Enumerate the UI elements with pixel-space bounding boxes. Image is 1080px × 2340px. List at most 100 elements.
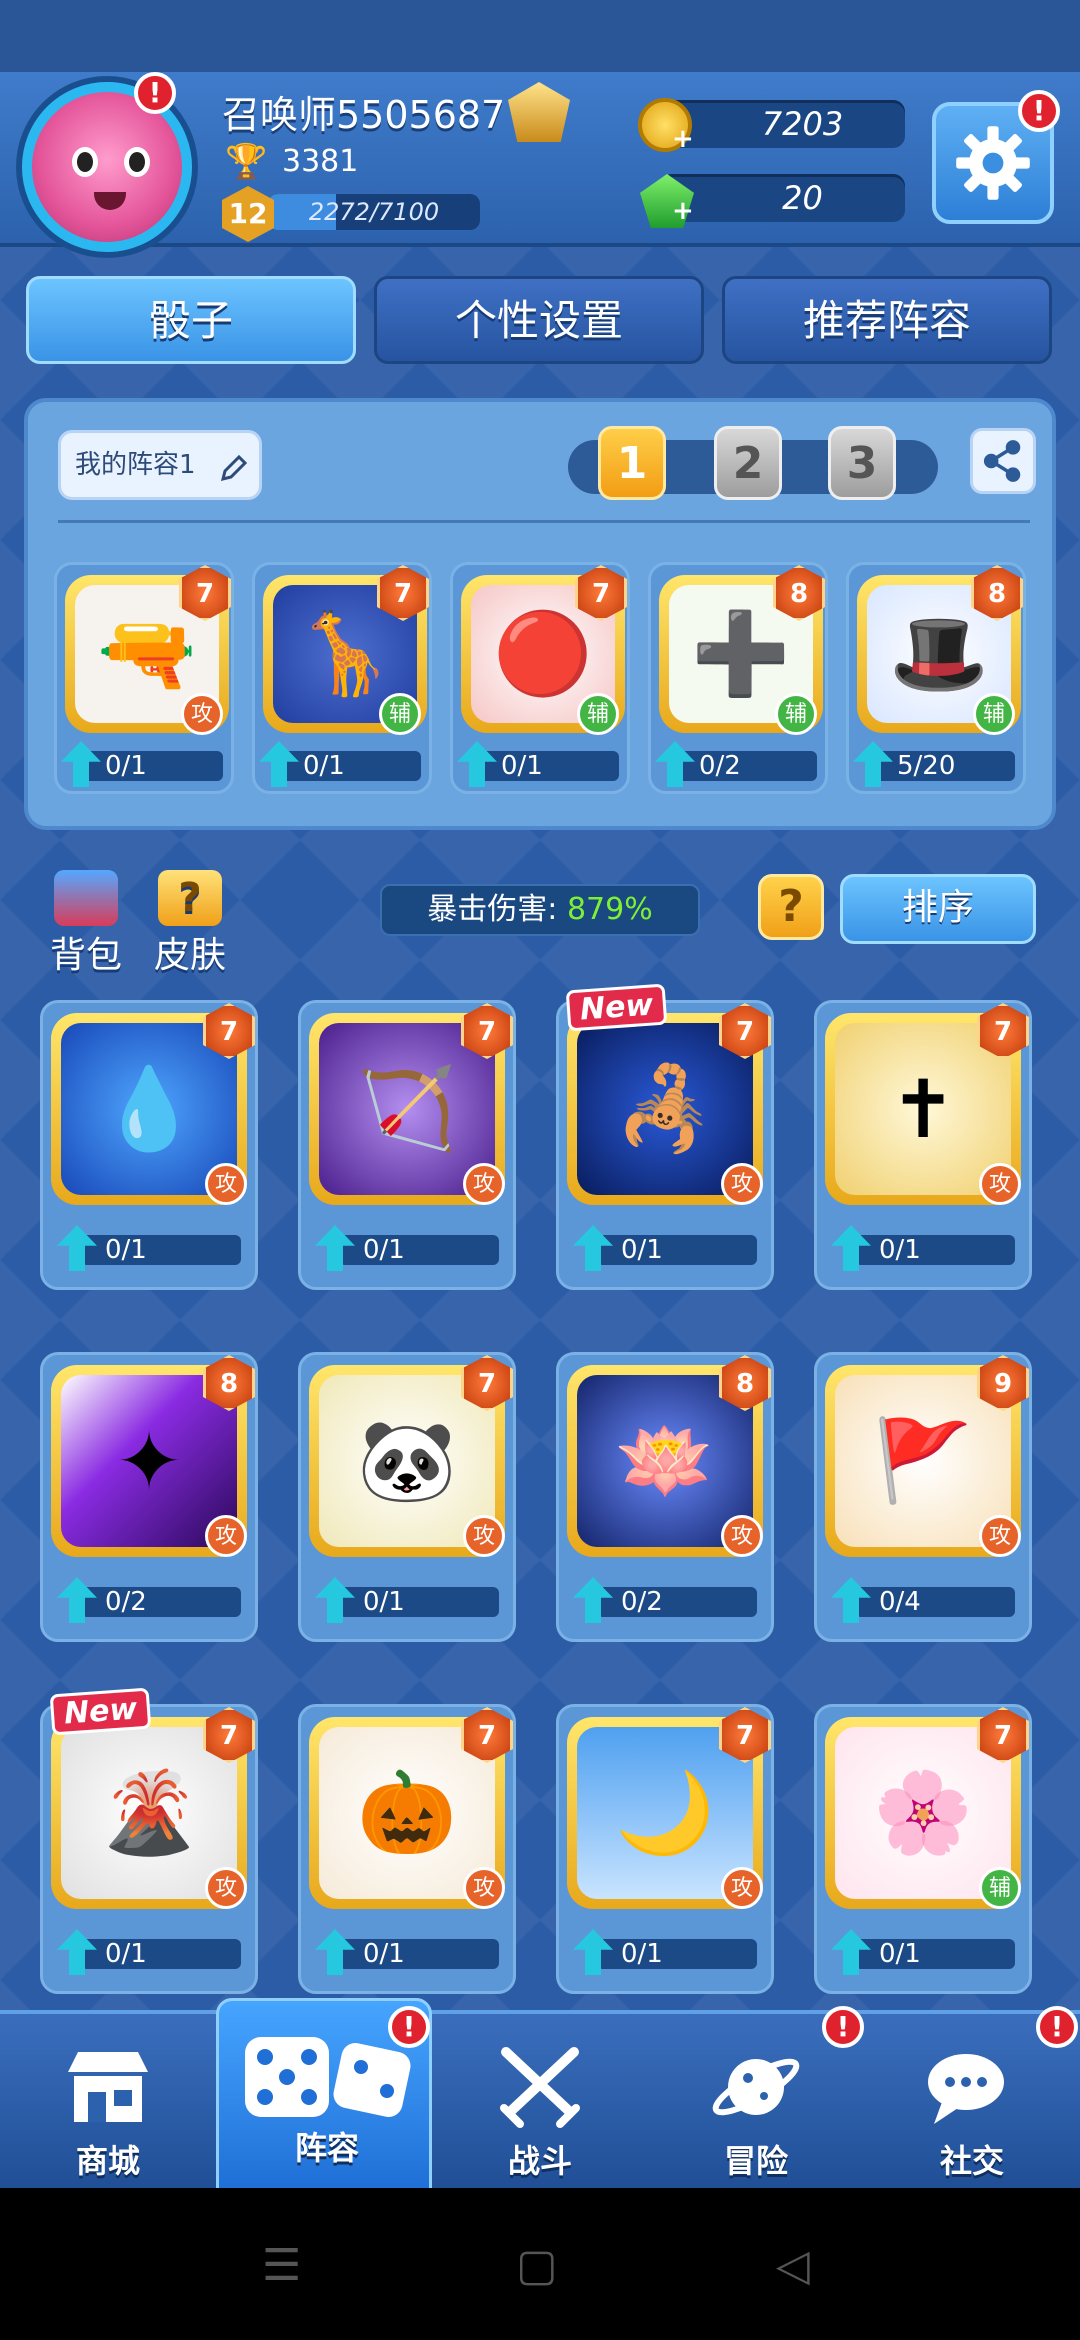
player-header: ! 召唤师5505687 🏆 3381 2272/7100 12 7203 20… [0, 72, 1080, 252]
status-bar [0, 0, 1080, 72]
dice-role-badge: 辅 [979, 1867, 1021, 1909]
swords-icon [500, 2047, 580, 2128]
dice-card[interactable]: 🌋 7 攻 0/1 New [40, 1687, 258, 1994]
dice-card-box: 🌋 7 攻 0/1 New [40, 1687, 258, 1994]
nav-deck-alert-badge: ! [388, 2006, 430, 2048]
crit-damage-display: 暴击伤害: 879% [380, 884, 700, 936]
dice-card-box: 🌸 7 辅 0/1 [814, 1704, 1032, 1994]
dice-card-box: 🪷 8 攻 0/2 [556, 1352, 774, 1642]
settings-alert-badge: ! [1018, 90, 1060, 132]
dice-card[interactable]: 🦂 7 攻 0/1 New [556, 983, 774, 1290]
avatar-mouth-icon [94, 192, 126, 210]
add-gold-icon[interactable]: + [672, 124, 694, 154]
dice-card-box: 🔫 7 攻 0/1 [54, 562, 234, 794]
bag-label: 背包 [49, 935, 122, 976]
chat-icon [928, 2054, 1004, 2124]
dice-upgrade-progress: 0/1 [81, 1235, 241, 1265]
dice-card-box: 🌙 7 攻 0/1 [556, 1704, 774, 1994]
nav-shop-label: 商城 [75, 2142, 140, 2180]
dice-role-badge: 攻 [205, 1867, 247, 1909]
nav-deck-label: 阵容 [294, 2129, 359, 2167]
deck-slot-3[interactable]: 3 [828, 426, 896, 500]
dice-card-box: 🎩 8 辅 5/20 [846, 562, 1026, 794]
player-name: 召唤师5505687 [222, 93, 506, 137]
sort-button[interactable]: 排序 [840, 874, 1036, 944]
nav-adventure-label: 冒险 [723, 2142, 788, 2180]
dice-upgrade-progress: 0/1 [477, 751, 619, 781]
dice-icon [245, 2037, 411, 2117]
menu-icon[interactable]: ☰ [262, 2240, 301, 2291]
tab-recommended-decks[interactable]: 推荐阵容 [722, 276, 1052, 364]
dice-card[interactable]: 💧 7 攻 0/1 [40, 1000, 258, 1290]
xp-text: 2272/7100 [308, 198, 440, 226]
dice-card[interactable]: 🪷 8 攻 0/2 [556, 1352, 774, 1642]
add-gem-icon[interactable]: + [672, 196, 694, 226]
dice-upgrade-progress: 0/1 [597, 1939, 757, 1969]
dice-role-badge: 辅 [379, 693, 421, 735]
gem-counter[interactable]: 20 [660, 174, 905, 222]
dice-role-badge: 攻 [463, 1867, 505, 1909]
nav-shop[interactable]: 商城 [0, 2014, 216, 2192]
dice-upgrade-progress: 0/1 [81, 751, 223, 781]
avatar-eye-icon [124, 147, 150, 177]
dice-card[interactable]: ✦ 8 攻 0/2 [40, 1352, 258, 1642]
back-icon[interactable]: ◁ [776, 2240, 810, 2291]
dice-upgrade-progress: 0/1 [339, 1235, 499, 1265]
tab-personalize[interactable]: 个性设置 [374, 276, 704, 364]
deck-slot-2[interactable]: 2 [714, 426, 782, 500]
dice-card-box: 🦂 7 攻 0/1 New [556, 983, 774, 1290]
crit-damage-label: 暴击伤害: [427, 892, 558, 927]
dice-role-badge: 攻 [181, 693, 223, 735]
dice-upgrade-progress: 0/2 [81, 1587, 241, 1617]
deck-slot-1[interactable]: 1 [598, 426, 666, 500]
dice-role-badge: 攻 [463, 1163, 505, 1205]
nav-battle[interactable]: 战斗 [432, 2014, 648, 2192]
dice-card[interactable]: 🏹 7 攻 0/1 [298, 1000, 516, 1290]
gear-icon [956, 126, 1030, 200]
bag-button[interactable]: 背包 [46, 870, 126, 978]
avatar-eye-icon [72, 147, 98, 177]
dice-card[interactable]: 🌙 7 攻 0/1 [556, 1704, 774, 1994]
gold-counter[interactable]: 7203 [660, 100, 905, 148]
home-icon[interactable]: ▢ [516, 2240, 558, 2291]
skin-button[interactable]: ? 皮肤 [150, 870, 230, 978]
xp-bar: 2272/7100 [268, 194, 480, 230]
dice-upgrade-progress: 0/1 [855, 1939, 1015, 1969]
dice-card[interactable]: 🔴 7 辅 0/1 [450, 562, 630, 794]
dice-card[interactable]: ➕ 8 辅 0/2 [648, 562, 828, 794]
system-nav-bar: ☰ ▢ ◁ [0, 2188, 1080, 2340]
dice-card[interactable]: ✝ 7 攻 0/1 [814, 1000, 1032, 1290]
dice-upgrade-progress: 0/2 [675, 751, 817, 781]
dice-role-badge: 攻 [205, 1163, 247, 1205]
crit-help-button[interactable]: ? [758, 874, 824, 940]
share-button[interactable] [970, 428, 1036, 494]
bag-icon [54, 870, 118, 926]
gold-value: 7203 [761, 105, 844, 143]
dice-upgrade-progress: 0/1 [279, 751, 421, 781]
gem-value: 20 [782, 179, 823, 217]
dice-role-badge: 攻 [205, 1515, 247, 1557]
dice-card[interactable]: 🚩 9 攻 0/4 [814, 1352, 1032, 1642]
share-icon [983, 440, 1021, 482]
deck-name-button[interactable]: 我的阵容1 [58, 430, 262, 500]
dice-upgrade-progress: 0/1 [597, 1235, 757, 1265]
dice-card[interactable]: 🌸 7 辅 0/1 [814, 1704, 1032, 1994]
new-badge: New [565, 983, 668, 1032]
tab-dice[interactable]: 骰子 [26, 276, 356, 364]
dice-card[interactable]: 🦒 7 辅 0/1 [252, 562, 432, 794]
dice-card[interactable]: 🎃 7 攻 0/1 [298, 1704, 516, 1994]
dice-upgrade-progress: 0/1 [81, 1939, 241, 1969]
dice-card-box: ✝ 7 攻 0/1 [814, 1000, 1032, 1290]
dice-card[interactable]: 🐼 7 攻 0/1 [298, 1352, 516, 1642]
dice-role-badge: 辅 [775, 693, 817, 735]
player-level-badge: 12 [222, 186, 274, 242]
dice-upgrade-progress: 0/2 [597, 1587, 757, 1617]
deck-panel: 我的阵容1 1 2 3 🔫 7 攻 0/1 🦒 7 辅 0/1 🔴 7 辅 0/1 ➕ 8 辅 0/2 🎩 8 辅 5… [24, 398, 1056, 830]
dice-card-box: ➕ 8 辅 0/2 [648, 562, 828, 794]
dice-card[interactable]: 🔫 7 攻 0/1 [54, 562, 234, 794]
rank-emblem-icon[interactable] [508, 82, 570, 142]
dice-card-box: ✦ 8 攻 0/2 [40, 1352, 258, 1642]
dice-card[interactable]: 🎩 8 辅 5/20 [846, 562, 1026, 794]
dice-role-badge: 攻 [721, 1867, 763, 1909]
new-badge: New [49, 1687, 152, 1736]
